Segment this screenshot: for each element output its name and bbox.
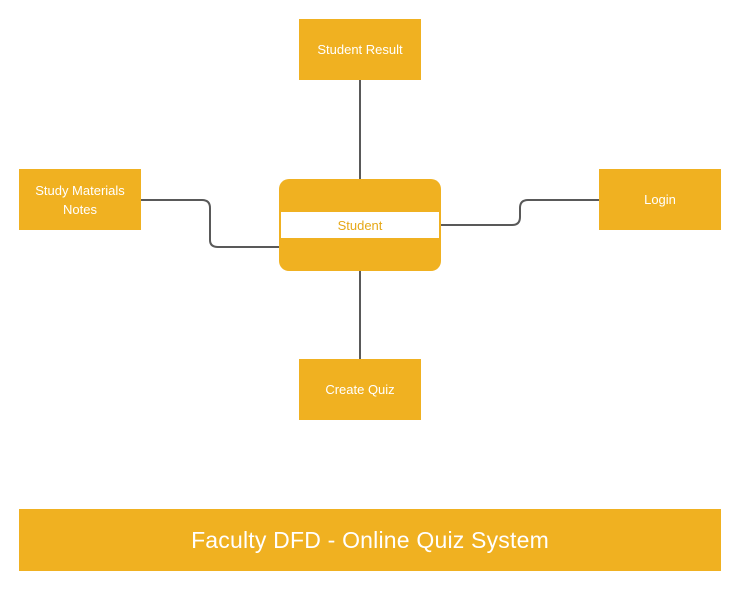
process-student-label: Student	[337, 217, 383, 233]
process-student-band: Student	[281, 212, 439, 238]
connector-layer	[141, 80, 599, 359]
entity-study-materials-notes[interactable]: Study Materials Notes	[19, 169, 141, 230]
entity-study-materials-line2: Notes	[63, 201, 97, 217]
entity-create-quiz[interactable]: Create Quiz	[299, 359, 421, 420]
entity-login-label: Login	[644, 192, 676, 207]
entity-create-quiz-label: Create Quiz	[325, 382, 395, 397]
connector-study-materials	[141, 199, 281, 248]
diagram-title-banner: Faculty DFD - Online Quiz System	[19, 509, 721, 571]
connector-login	[439, 199, 599, 226]
diagram-title: Faculty DFD - Online Quiz System	[191, 526, 549, 553]
entity-study-materials-line1: Study Materials	[35, 182, 125, 198]
process-student[interactable]: Student	[279, 179, 441, 271]
entity-login[interactable]: Login	[599, 169, 721, 230]
entity-student-result-label: Student Result	[317, 42, 403, 57]
entity-study-materials-label: Study Materials Notes	[35, 181, 125, 219]
entity-student-result[interactable]: Student Result	[299, 19, 421, 80]
